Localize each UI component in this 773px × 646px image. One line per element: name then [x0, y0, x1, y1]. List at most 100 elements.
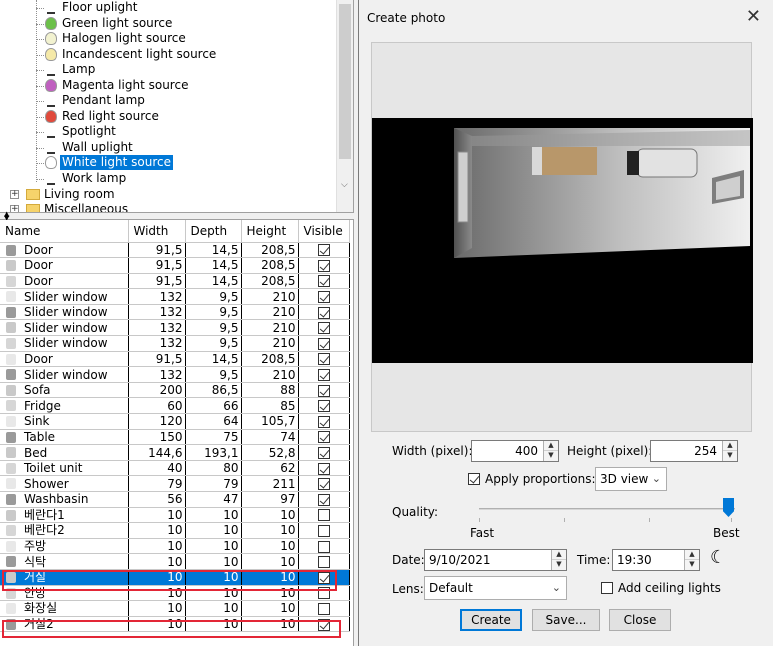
table-row[interactable]: Table 150 75 74: [0, 429, 350, 446]
cell-visible: [298, 382, 350, 399]
create-button[interactable]: Create: [460, 609, 522, 631]
table-row[interactable]: Fridge 60 66 85: [0, 397, 350, 415]
table-row[interactable]: Slider window 132 9,5 210: [0, 288, 350, 305]
expand-icon[interactable]: +: [10, 205, 19, 212]
spin-down-icon[interactable]: ▼: [544, 451, 558, 461]
quality-slider-thumb[interactable]: [723, 498, 734, 517]
table-row[interactable]: Sink 120 64 105,7: [0, 413, 350, 430]
time-spinner[interactable]: ▲ ▼: [684, 550, 699, 570]
close-icon[interactable]: ✕: [746, 7, 761, 27]
visible-checkbox[interactable]: [317, 602, 330, 615]
table-row[interactable]: Bed 144,6 193,1 52,8: [0, 444, 350, 461]
spin-down-icon[interactable]: ▼: [685, 560, 699, 570]
table-row[interactable]: Washbasin 56 47 97: [0, 491, 350, 508]
table-row[interactable]: 주방 10 10 10: [0, 538, 350, 555]
visible-checkbox[interactable]: [317, 275, 330, 288]
cell-name-text: Door: [24, 273, 53, 288]
height-field[interactable]: 254 ▲ ▼: [650, 440, 738, 462]
expand-icon[interactable]: +: [10, 190, 19, 199]
visible-checkbox[interactable]: [317, 478, 330, 491]
spin-down-icon[interactable]: ▼: [552, 560, 566, 570]
cell-depth: 86,5: [185, 382, 242, 399]
table-row[interactable]: Door 91,5 14,5 208,5: [0, 273, 350, 290]
table-row[interactable]: Slider window 132 9,5 210: [0, 304, 350, 321]
table-row[interactable]: 베란다2 10 10 10: [0, 522, 350, 539]
column-header-depth[interactable]: Depth: [185, 220, 242, 243]
table-row[interactable]: 거실 10 10 10: [0, 569, 350, 586]
furniture-icon: [6, 260, 16, 272]
date-field[interactable]: 9/10/2021 ▲ ▼: [424, 549, 567, 571]
visible-checkbox[interactable]: [317, 447, 330, 460]
visible-checkbox[interactable]: [317, 337, 330, 350]
table-row[interactable]: 식탁 10 10 10: [0, 553, 350, 570]
visible-checkbox[interactable]: [317, 353, 330, 366]
tree-guide-line: [36, 23, 44, 25]
cell-depth: 64: [185, 413, 242, 430]
scroll-down-icon[interactable]: ⌵: [341, 180, 348, 190]
add-ceiling-lights-checkbox[interactable]: [601, 582, 613, 594]
furniture-icon: [6, 525, 16, 537]
table-row[interactable]: Slider window 132 9,5 210: [0, 366, 350, 383]
width-spinner[interactable]: ▲ ▼: [543, 441, 558, 461]
visible-checkbox[interactable]: [317, 369, 330, 382]
column-header-width[interactable]: Width: [128, 220, 186, 243]
proportions-select[interactable]: 3D view ⌄: [595, 467, 667, 491]
spin-up-icon[interactable]: ▲: [685, 550, 699, 560]
date-spinner[interactable]: ▲ ▼: [551, 550, 566, 570]
table-row[interactable]: Slider window 132 9,5 210: [0, 319, 350, 337]
table-row[interactable]: Shower 79 79 211: [0, 475, 350, 492]
cell-width: 91,5: [128, 257, 186, 274]
visible-checkbox[interactable]: [317, 244, 330, 257]
table-row[interactable]: Slider window 132 9,5 210: [0, 335, 350, 352]
table-row[interactable]: 베란다1 10 10 10: [0, 507, 350, 524]
pane-splitter[interactable]: ▲ ▼: [0, 211, 354, 222]
visible-checkbox[interactable]: [317, 322, 330, 335]
visible-checkbox[interactable]: [317, 259, 330, 272]
visible-checkbox[interactable]: [317, 524, 330, 537]
spin-up-icon[interactable]: ▲: [552, 550, 566, 560]
spin-up-icon[interactable]: ▲: [544, 441, 558, 451]
visible-checkbox[interactable]: [317, 493, 330, 506]
visible-checkbox[interactable]: [317, 462, 330, 475]
visible-checkbox[interactable]: [317, 306, 330, 319]
table-row[interactable]: 거실2 10 10 10: [0, 616, 350, 633]
lens-select[interactable]: Default ⌄: [424, 576, 567, 600]
visible-checkbox[interactable]: [317, 400, 330, 413]
visible-checkbox[interactable]: [317, 509, 330, 522]
column-header-height[interactable]: Height: [241, 220, 299, 243]
table-row[interactable]: 안방 10 10 10: [0, 585, 350, 602]
spin-up-icon[interactable]: ▲: [723, 441, 737, 451]
table-row[interactable]: Door 91,5 14,5 208,5: [0, 257, 350, 274]
furniture-table-panel[interactable]: Name Width Depth Height Visible Door 91,5…: [0, 220, 354, 646]
visible-checkbox[interactable]: [317, 618, 330, 631]
table-row[interactable]: Door 91,5 14,5 208,5: [0, 242, 350, 259]
apply-proportions-checkbox[interactable]: [468, 473, 480, 485]
cell-width: 132: [128, 288, 186, 305]
visible-checkbox[interactable]: [317, 540, 330, 553]
table-row[interactable]: Door 91,5 14,5 208,5: [0, 351, 350, 368]
visible-checkbox[interactable]: [317, 291, 330, 304]
time-field[interactable]: 19:30 ▲ ▼: [612, 549, 700, 571]
catalog-tree[interactable]: Floor uplight Green light source Halogen l…: [0, 0, 354, 212]
height-spinner[interactable]: ▲ ▼: [722, 441, 737, 461]
column-header-name[interactable]: Name: [0, 220, 129, 243]
visible-checkbox[interactable]: [317, 415, 330, 428]
tree-scrollbar[interactable]: ⌵: [336, 0, 353, 212]
visible-checkbox[interactable]: [317, 587, 330, 600]
splitter-arrows-icon[interactable]: ▲ ▼: [4, 211, 9, 222]
visible-checkbox[interactable]: [317, 571, 330, 584]
table-row[interactable]: 화장실 10 10 10: [0, 600, 350, 617]
tree-scrollbar-thumb[interactable]: [339, 4, 351, 159]
visible-checkbox[interactable]: [317, 556, 330, 569]
spin-down-icon[interactable]: ▼: [723, 451, 737, 461]
table-row[interactable]: Sofa 200 86,5 88: [0, 382, 350, 399]
column-header-visible[interactable]: Visible: [298, 220, 350, 243]
quality-slider-track[interactable]: [479, 508, 735, 510]
visible-checkbox[interactable]: [317, 431, 330, 444]
save-button[interactable]: Save...: [532, 609, 600, 631]
visible-checkbox[interactable]: [317, 384, 330, 397]
table-row[interactable]: Toilet unit 40 80 62: [0, 460, 350, 477]
width-field[interactable]: 400 ▲ ▼: [471, 440, 559, 462]
cell-height: 208,5: [241, 273, 299, 290]
close-button[interactable]: Close: [609, 609, 671, 631]
